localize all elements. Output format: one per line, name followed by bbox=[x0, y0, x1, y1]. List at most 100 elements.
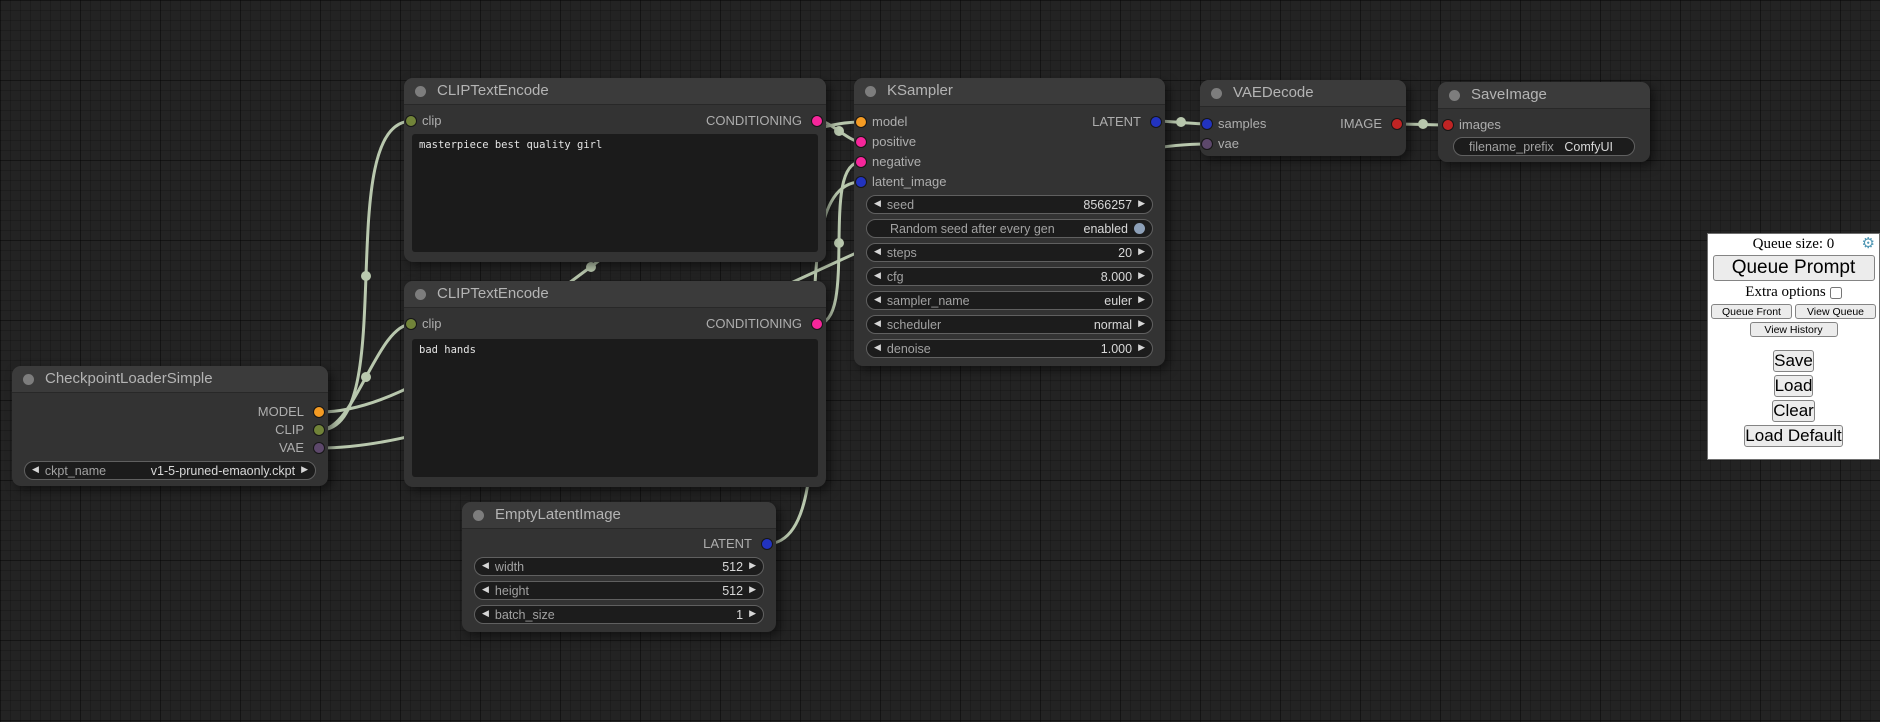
input-port-clip[interactable] bbox=[406, 319, 416, 329]
arrow-right-icon[interactable]: ▶ bbox=[1138, 248, 1145, 257]
node-collapse-dot[interactable] bbox=[865, 86, 876, 97]
input-port-images[interactable] bbox=[1443, 120, 1453, 130]
input-port-vae[interactable] bbox=[1202, 139, 1212, 149]
node-title-bar[interactable]: CLIPTextEncode bbox=[404, 78, 826, 105]
output-port-vae[interactable] bbox=[314, 443, 324, 453]
node-cliptextencode-negative[interactable]: CLIPTextEncode clip CONDITIONING bad han… bbox=[404, 281, 826, 487]
node-ksampler[interactable]: KSampler model LATENT positive negative … bbox=[854, 78, 1165, 366]
widget-height[interactable]: ◀ height 512 ▶ bbox=[474, 581, 764, 600]
arrow-right-icon[interactable]: ▶ bbox=[1138, 200, 1145, 209]
input-port-latent-image[interactable] bbox=[856, 177, 866, 187]
save-button[interactable]: Save bbox=[1773, 350, 1814, 372]
arrow-left-icon[interactable]: ◀ bbox=[32, 466, 39, 475]
input-port-samples[interactable] bbox=[1202, 119, 1212, 129]
widget-value[interactable]: 512 bbox=[722, 584, 743, 598]
node-saveimage[interactable]: SaveImage images filename_prefix ComfyUI bbox=[1438, 82, 1650, 162]
arrow-left-icon[interactable]: ◀ bbox=[482, 610, 489, 619]
output-port-conditioning[interactable] bbox=[812, 116, 822, 126]
view-history-button[interactable]: View History bbox=[1750, 322, 1838, 337]
input-port-negative[interactable] bbox=[856, 157, 866, 167]
arrow-left-icon[interactable]: ◀ bbox=[874, 200, 881, 209]
node-emptylatentimage[interactable]: EmptyLatentImage LATENT ◀ width 512 ▶ ◀ … bbox=[462, 502, 776, 632]
widget-value[interactable]: normal bbox=[1094, 318, 1132, 332]
widget-filename-prefix[interactable]: filename_prefix ComfyUI bbox=[1453, 137, 1635, 156]
node-title-bar[interactable]: KSampler bbox=[854, 78, 1165, 105]
output-port-latent[interactable] bbox=[1151, 117, 1161, 127]
output-port-latent[interactable] bbox=[762, 539, 772, 549]
toggle-indicator[interactable] bbox=[1134, 223, 1145, 234]
arrow-right-icon[interactable]: ▶ bbox=[1138, 272, 1145, 281]
arrow-left-icon[interactable]: ◀ bbox=[874, 248, 881, 257]
arrow-right-icon[interactable]: ▶ bbox=[1138, 296, 1145, 305]
input-port-model[interactable] bbox=[856, 117, 866, 127]
queue-prompt-button[interactable]: Queue Prompt bbox=[1713, 255, 1875, 281]
widget-value[interactable]: 1 bbox=[736, 608, 743, 622]
settings-gear-icon[interactable]: ⚙ bbox=[1862, 236, 1875, 251]
node-collapse-dot[interactable] bbox=[1449, 90, 1460, 101]
widget-width[interactable]: ◀ width 512 ▶ bbox=[474, 557, 764, 576]
widget-cfg[interactable]: ◀ cfg 8.000 ▶ bbox=[866, 267, 1153, 286]
arrow-right-icon[interactable]: ▶ bbox=[749, 586, 756, 595]
output-port-image[interactable] bbox=[1392, 119, 1402, 129]
output-port-clip[interactable] bbox=[314, 425, 324, 435]
extra-options-checkbox[interactable] bbox=[1830, 287, 1842, 299]
widget-value[interactable]: euler bbox=[1104, 294, 1132, 308]
arrow-left-icon[interactable]: ◀ bbox=[874, 320, 881, 329]
node-collapse-dot[interactable] bbox=[23, 374, 34, 385]
widget-label: steps bbox=[887, 246, 917, 260]
node-title-bar[interactable]: CLIPTextEncode bbox=[404, 281, 826, 308]
arrow-left-icon[interactable]: ◀ bbox=[874, 296, 881, 305]
arrow-left-icon[interactable]: ◀ bbox=[482, 586, 489, 595]
node-collapse-dot[interactable] bbox=[415, 86, 426, 97]
widget-random-seed-toggle[interactable]: Random seed after every gen enabled bbox=[866, 219, 1153, 238]
widget-scheduler[interactable]: ◀ scheduler normal ▶ bbox=[866, 315, 1153, 334]
link-midpoint-dot bbox=[1176, 117, 1186, 127]
node-collapse-dot[interactable] bbox=[473, 510, 484, 521]
widget-value[interactable]: 512 bbox=[722, 560, 743, 574]
arrow-right-icon[interactable]: ▶ bbox=[1138, 320, 1145, 329]
prompt-text-area[interactable]: masterpiece best quality girl bbox=[412, 134, 818, 252]
load-button[interactable]: Load bbox=[1774, 375, 1814, 397]
arrow-left-icon[interactable]: ◀ bbox=[482, 562, 489, 571]
arrow-right-icon[interactable]: ▶ bbox=[749, 562, 756, 571]
node-title-bar[interactable]: VAEDecode bbox=[1200, 80, 1406, 107]
clear-button[interactable]: Clear bbox=[1772, 400, 1815, 422]
queue-front-button[interactable]: Queue Front bbox=[1711, 304, 1792, 319]
widget-steps[interactable]: ◀ steps 20 ▶ bbox=[866, 243, 1153, 262]
prompt-text-area[interactable]: bad hands bbox=[412, 339, 818, 477]
view-queue-button[interactable]: View Queue bbox=[1795, 304, 1876, 319]
widget-value[interactable]: v1-5-pruned-emaonly.ckpt bbox=[151, 464, 295, 478]
arrow-left-icon[interactable]: ◀ bbox=[874, 272, 881, 281]
widget-batch-size[interactable]: ◀ batch_size 1 ▶ bbox=[474, 605, 764, 624]
input-port-positive[interactable] bbox=[856, 137, 866, 147]
widget-value[interactable]: 8.000 bbox=[1101, 270, 1132, 284]
arrow-right-icon[interactable]: ▶ bbox=[749, 610, 756, 619]
node-vaedecode[interactable]: VAEDecode samples IMAGE vae bbox=[1200, 80, 1406, 156]
widget-value[interactable]: ComfyUI bbox=[1564, 140, 1613, 154]
widget-denoise[interactable]: ◀ denoise 1.000 ▶ bbox=[866, 339, 1153, 358]
widget-sampler-name[interactable]: ◀ sampler_name euler ▶ bbox=[866, 291, 1153, 310]
arrow-left-icon[interactable]: ◀ bbox=[874, 344, 881, 353]
widget-value[interactable]: 1.000 bbox=[1101, 342, 1132, 356]
output-port-model[interactable] bbox=[314, 407, 324, 417]
widget-seed[interactable]: ◀ seed 8566257 ▶ bbox=[866, 195, 1153, 214]
widget-value[interactable]: enabled bbox=[1084, 222, 1129, 236]
widget-label: sampler_name bbox=[887, 294, 970, 308]
output-port-conditioning[interactable] bbox=[812, 319, 822, 329]
widget-value[interactable]: 20 bbox=[1118, 246, 1132, 260]
load-default-button[interactable]: Load Default bbox=[1744, 425, 1842, 447]
node-title-bar[interactable]: CheckpointLoaderSimple bbox=[12, 366, 328, 393]
arrow-right-icon[interactable]: ▶ bbox=[301, 466, 308, 475]
arrow-right-icon[interactable]: ▶ bbox=[1138, 344, 1145, 353]
node-title-bar[interactable]: EmptyLatentImage bbox=[462, 502, 776, 529]
node-collapse-dot[interactable] bbox=[415, 289, 426, 300]
widget-value[interactable]: 8566257 bbox=[1083, 198, 1132, 212]
input-port-clip[interactable] bbox=[406, 116, 416, 126]
node-title-bar[interactable]: SaveImage bbox=[1438, 82, 1650, 109]
comfyui-node-graph[interactable]: { "colors": { "wire": "#b9c8ae", "title_… bbox=[0, 0, 1880, 722]
slot-row: vae bbox=[1200, 136, 1406, 152]
node-checkpointloadersimple[interactable]: CheckpointLoaderSimple MODEL CLIP VAE ◀ … bbox=[12, 366, 328, 486]
widget-ckpt-name[interactable]: ◀ ckpt_name v1-5-pruned-emaonly.ckpt ▶ bbox=[24, 461, 316, 480]
node-cliptextencode-positive[interactable]: CLIPTextEncode clip CONDITIONING masterp… bbox=[404, 78, 826, 262]
node-collapse-dot[interactable] bbox=[1211, 88, 1222, 99]
